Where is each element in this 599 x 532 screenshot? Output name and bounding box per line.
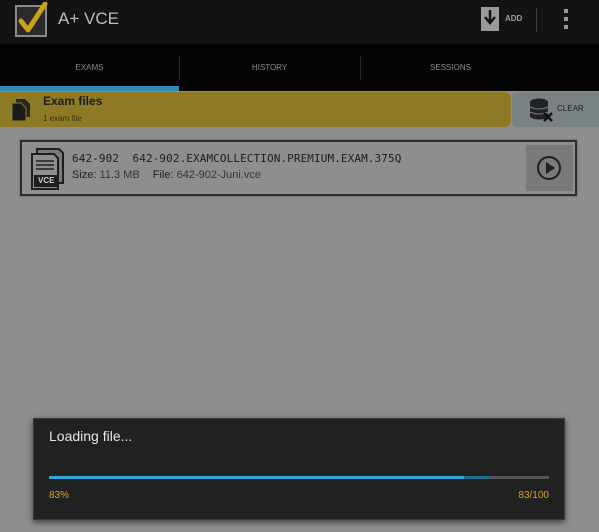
clear-label: CLEAR — [557, 104, 584, 113]
vce-icon-text: VCE — [38, 176, 55, 185]
documents-icon — [11, 99, 30, 122]
overflow-menu-icon — [564, 9, 568, 13]
add-button[interactable]: ADD — [478, 4, 532, 36]
exam-name: 642-902.EXAMCOLLECTION.PREMIUM.EXAM.375Q — [132, 152, 402, 165]
progress-bar-fill — [49, 476, 464, 479]
overflow-menu-button[interactable] — [554, 5, 580, 33]
add-label: ADD — [505, 14, 523, 23]
exam-size: 11.3 MB — [99, 169, 140, 181]
database-clear-icon — [529, 98, 553, 122]
tab-indicator — [0, 86, 179, 91]
progress-percent: 83% — [49, 490, 70, 501]
action-bar: A+ VCE ADD — [0, 0, 599, 44]
progress-bar — [49, 476, 549, 479]
exam-files-header: Exam files 1 exam file — [0, 92, 511, 127]
play-icon — [537, 156, 561, 180]
exam-list-item[interactable]: VCE 642-902 642-902.EXAMCOLLECTION.PREMI… — [20, 140, 577, 196]
tab-exams[interactable]: EXAMS — [0, 44, 179, 91]
play-button[interactable] — [526, 145, 573, 191]
exam-title: 642-902 642-902.EXAMCOLLECTION.PREMIUM.E… — [72, 152, 401, 165]
checkmark-logo-icon[interactable] — [14, 2, 50, 38]
tab-bar: EXAMS HISTORY SESSIONS — [0, 44, 599, 91]
download-icon — [481, 7, 499, 31]
loading-message: Loading file... — [49, 428, 133, 444]
loading-dialog: Loading file... 83% 83/100 — [33, 418, 565, 520]
exam-file: 642-902-Juni.vce — [176, 169, 261, 181]
exam-meta: Size: 11.3 MB File: 642-902-Juni.vce — [72, 169, 271, 181]
app-title: A+ VCE — [58, 9, 119, 28]
clear-button[interactable]: CLEAR — [512, 92, 599, 127]
exam-files-count: 1 exam file — [43, 114, 82, 123]
exam-files-title: Exam files — [43, 94, 103, 108]
actionbar-divider — [536, 8, 537, 32]
tab-sessions[interactable]: SESSIONS — [361, 44, 540, 91]
progress-count: 83/100 — [518, 490, 549, 501]
exam-file-label: File: — [152, 169, 174, 181]
exam-code: 642-902 — [72, 152, 120, 165]
exam-size-label: Size: — [72, 169, 97, 181]
tab-history[interactable]: HISTORY — [180, 44, 359, 91]
